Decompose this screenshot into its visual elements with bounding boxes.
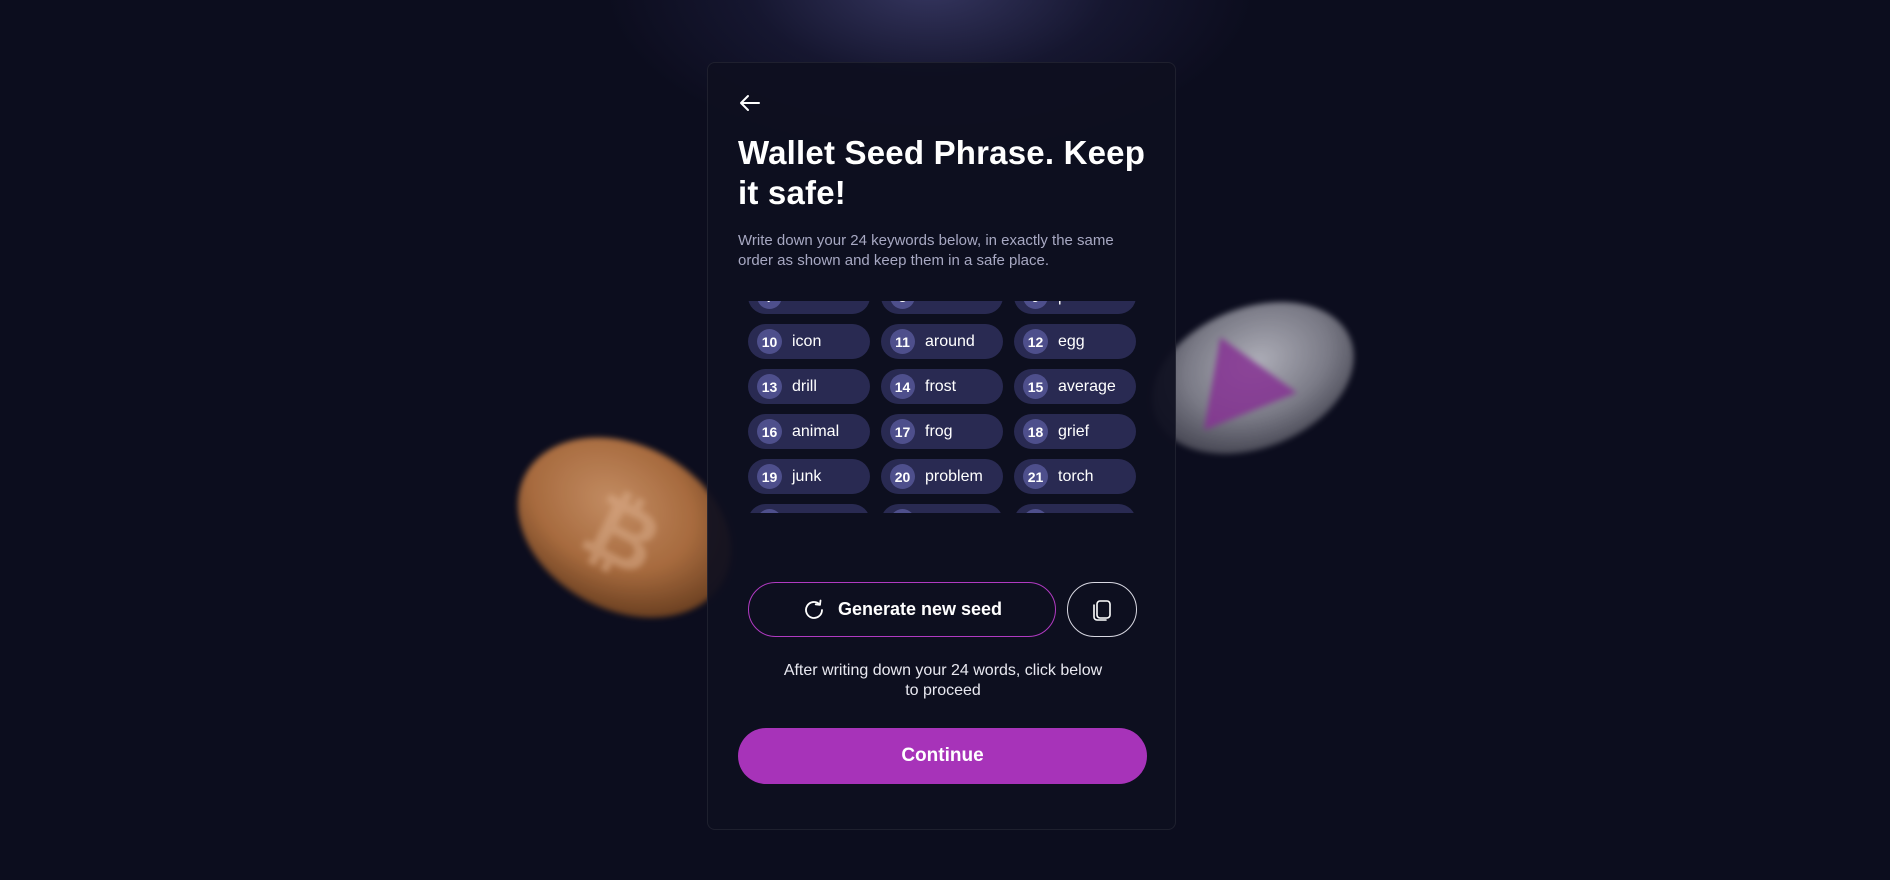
word-number: 14 [890, 374, 915, 399]
word-text: junk [792, 467, 822, 485]
word-text: path [1058, 301, 1089, 306]
word-number: 11 [890, 329, 915, 354]
seed-word-chip: 23 tide [881, 504, 1003, 513]
word-number: 12 [1023, 329, 1048, 354]
word-number: 24 [1023, 509, 1048, 513]
generate-new-seed-label: Generate new seed [837, 599, 1003, 619]
word-text: animal [792, 422, 840, 440]
seed-word-chip: 20 problem [881, 459, 1003, 494]
word-text: glad [1058, 513, 1088, 514]
word-number: 8 [890, 301, 915, 309]
seed-word-chip: 8 coil [881, 301, 1003, 314]
page-subtitle: Write down your 24 keywords below, in ex… [738, 232, 1114, 269]
word-text: frog [925, 422, 953, 440]
word-number: 13 [757, 374, 782, 399]
word-text: bottom [792, 301, 841, 306]
copy-seed-button[interactable] [1067, 582, 1137, 637]
word-number: 10 [757, 329, 782, 354]
word-text: icon [792, 332, 822, 350]
seed-word-chip: 11 around [881, 324, 1003, 359]
generate-new-seed-button[interactable]: Generate new seed [748, 582, 1056, 637]
seed-word-chip: 9 path [1014, 301, 1136, 314]
word-text: tide [925, 513, 951, 514]
word-number: 9 [1023, 301, 1048, 309]
word-text: around [925, 332, 975, 350]
word-text: average [1058, 377, 1116, 395]
copy-icon [1093, 599, 1111, 621]
seed-word-chip: 18 grief [1014, 414, 1136, 449]
proceed-hint: After writing down your 24 words, click … [783, 662, 1103, 699]
word-number: 19 [757, 464, 782, 489]
word-number: 18 [1023, 419, 1048, 444]
word-number: 16 [757, 419, 782, 444]
seed-word-chip: 7 bottom [748, 301, 870, 314]
word-text: torch [1058, 467, 1094, 485]
seed-word-chip: 17 frog [881, 414, 1003, 449]
word-number: 20 [890, 464, 915, 489]
word-number: 21 [1023, 464, 1048, 489]
seed-word-chip: 19 junk [748, 459, 870, 494]
seed-word-chip: 24 glad [1014, 504, 1136, 513]
seed-words-list[interactable]: 7 bottom 8 coil 9 path 10 icon 11 around 12 eg… [748, 301, 1138, 513]
page-title: Wallet Seed Phrase. Keep it safe! [738, 134, 1146, 211]
word-number: 23 [890, 509, 915, 513]
word-text: cat [792, 513, 813, 514]
word-number: 7 [757, 301, 782, 309]
word-text: drill [792, 377, 817, 395]
word-text: frost [925, 377, 957, 395]
seed-words-grid: 7 bottom 8 coil 9 path 10 icon 11 around 12 eg… [748, 301, 1138, 513]
seed-word-chip: 15 average [1014, 369, 1136, 404]
seed-word-chip: 10 icon [748, 324, 870, 359]
seed-word-chip: 16 animal [748, 414, 870, 449]
bitcoin-icon: ₿ [566, 472, 679, 597]
seed-word-chip: 21 torch [1014, 459, 1136, 494]
arrow-left-icon [740, 95, 760, 111]
back-button[interactable] [738, 91, 762, 115]
word-number: 22 [757, 509, 782, 513]
seed-word-chip: 12 egg [1014, 324, 1136, 359]
word-number: 17 [890, 419, 915, 444]
word-text: grief [1058, 422, 1090, 440]
seed-word-chip: 13 drill [748, 369, 870, 404]
word-text: problem [925, 467, 983, 485]
word-text: coil [925, 301, 949, 306]
word-number: 15 [1023, 374, 1048, 399]
word-text: egg [1058, 332, 1085, 350]
refresh-icon [805, 599, 823, 619]
seed-word-chip: 22 cat [748, 504, 870, 513]
seed-phrase-card: Wallet Seed Phrase. Keep it safe! Write … [707, 62, 1176, 830]
seed-word-chip: 14 frost [881, 369, 1003, 404]
continue-button[interactable]: Continue [738, 728, 1147, 784]
coin-emblem-icon [1174, 318, 1297, 431]
